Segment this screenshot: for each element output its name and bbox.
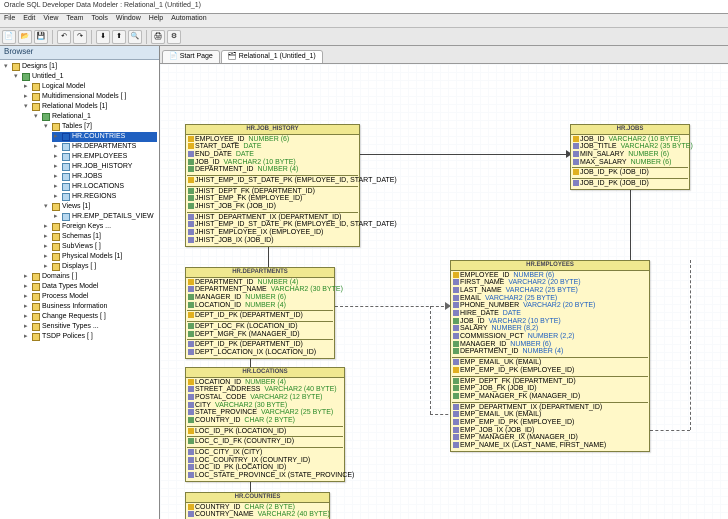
gear-icon[interactable]: ⚙ [167, 30, 181, 44]
menu-team[interactable]: Team [66, 15, 83, 26]
menu-window[interactable]: Window [116, 15, 141, 26]
export-button[interactable]: ⬆ [112, 30, 126, 44]
tree-tables[interactable]: ▾Tables [7] [42, 122, 157, 132]
tree-table-regions[interactable]: ▸HR.REGIONS [52, 192, 157, 202]
tree-table-locations[interactable]: ▸HR.LOCATIONS [52, 182, 157, 192]
menu-tools[interactable]: Tools [92, 15, 108, 26]
rel-emps-self-b [650, 430, 690, 431]
entity-jobs[interactable]: HR.JOBS JOB_IDVARCHAR2 (10 BYTE) JOB_TIT… [570, 124, 690, 190]
tree-fkeys[interactable]: ▸Foreign Keys ... [42, 222, 157, 232]
zoom-button[interactable]: 🔍 [128, 30, 142, 44]
entity-header: HR.DEPARTMENTS [186, 268, 334, 278]
toolbar: 📄 📂 💾 ↶ ↷ ⬇ ⬆ 🔍 🖨 ⚙ [0, 28, 728, 46]
entity-job-history[interactable]: HR.JOB_HISTORY EMPLOYEE_IDNUMBER (6) STA… [185, 124, 360, 247]
tree-logical[interactable]: ▸Logical Model [22, 82, 157, 92]
rel-jobhist-jobs [357, 154, 570, 155]
tree-table-departments[interactable]: ▸HR.DEPARTMENTS [52, 142, 157, 152]
entity-header: HR.JOBS [571, 125, 689, 135]
diagram-icon: 🗂 [228, 53, 237, 61]
menu-automation[interactable]: Automation [171, 15, 206, 26]
entity-departments[interactable]: HR.DEPARTMENTS DEPARTMENT_IDNUMBER (4) D… [185, 267, 335, 359]
rel-jobs-emps [630, 188, 631, 260]
entity-employees[interactable]: HR.EMPLOYEES EMPLOYEE_IDNUMBER (6) FIRST… [450, 260, 650, 452]
tree-relmodels[interactable]: ▾Relational Models [1] [22, 102, 157, 112]
tree-chreq[interactable]: ▸Change Requests [ ] [22, 312, 157, 322]
entity-header: HR.LOCATIONS [186, 368, 344, 378]
tree-sensitive[interactable]: ▸Sensitive Types ... [22, 322, 157, 332]
entity-header: HR.COUNTRIES [186, 493, 329, 503]
tab-bar: 📄Start Page 🗂Relational_1 (Untitled_1) [160, 46, 728, 64]
page-icon: 📄 [169, 53, 178, 61]
menu-edit[interactable]: Edit [23, 15, 35, 26]
tree-untitled[interactable]: ▾Untitled_1 [12, 72, 157, 82]
entity-countries[interactable]: HR.COUNTRIES COUNTRY_IDCHAR (2 BYTE) COU… [185, 492, 330, 519]
tree-rel1[interactable]: ▾Relational_1 [32, 112, 157, 122]
tree-displays[interactable]: ▸Displays [ ] [42, 262, 157, 272]
tree-schemas[interactable]: ▸Schemas [1] [42, 232, 157, 242]
entity-header: HR.JOB_HISTORY [186, 125, 359, 135]
redo-button[interactable]: ↷ [73, 30, 87, 44]
menu-view[interactable]: View [43, 15, 58, 26]
menu-file[interactable]: File [4, 15, 15, 26]
browser-panel: Browser ▾Designs [1] ▾Untitled_1 ▸Logica… [0, 46, 160, 519]
rel-emps-depts-2 [430, 306, 431, 414]
tab-relational[interactable]: 🗂Relational_1 (Untitled_1) [221, 50, 323, 63]
tree-designs[interactable]: ▾Designs [1] [2, 62, 157, 72]
print-button[interactable]: 🖨 [151, 30, 165, 44]
import-button[interactable]: ⬇ [96, 30, 110, 44]
rel-emps-self [690, 260, 691, 430]
tree-subviews[interactable]: ▸SubViews [ ] [42, 242, 157, 252]
tree-multidim[interactable]: ▸Multidimensional Models [ ] [22, 92, 157, 102]
entity-header: HR.EMPLOYEES [451, 261, 649, 271]
tree-table-jobs[interactable]: ▸HR.JOBS [52, 172, 157, 182]
tree-dtypes[interactable]: ▸Data Types Model [22, 282, 157, 292]
tree-views[interactable]: ▾Views [1] [42, 202, 157, 212]
menu-help[interactable]: Help [149, 15, 163, 26]
tree-tsdp[interactable]: ▸TSDP Polices [ ] [22, 332, 157, 342]
tree-physmodels[interactable]: ▸Physical Models [1] [42, 252, 157, 262]
tree-table-employees[interactable]: ▸HR.EMPLOYEES [52, 152, 157, 162]
tab-start-page[interactable]: 📄Start Page [162, 50, 220, 63]
browser-header: Browser [0, 46, 159, 60]
tree-table-countries[interactable]: ▸HR.COUNTRIES [52, 132, 157, 142]
rel-depts-emps [335, 306, 449, 307]
tree-domains[interactable]: ▸Domains [ ] [22, 272, 157, 282]
entity-locations[interactable]: HR.LOCATIONS LOCATION_IDNUMBER (4) STREE… [185, 367, 345, 482]
title-bar: Oracle SQL Developer Data Modeler : Rela… [0, 0, 728, 14]
tree-bizinfo[interactable]: ▸Business Information [22, 302, 157, 312]
app-title: Oracle SQL Developer Data Modeler : Rela… [4, 2, 201, 9]
tree-process[interactable]: ▸Process Model [22, 292, 157, 302]
tree-table-job-history[interactable]: ▸HR.JOB_HISTORY [52, 162, 157, 172]
undo-button[interactable]: ↶ [57, 30, 71, 44]
new-button[interactable]: 📄 [2, 30, 16, 44]
menu-bar: File Edit View Team Tools Window Help Au… [0, 14, 728, 28]
diagram-canvas[interactable]: HR.JOB_HISTORY EMPLOYEE_IDNUMBER (6) STA… [160, 64, 728, 519]
tree-view-empdetails[interactable]: ▸HR.EMP_DETAILS_VIEW [52, 212, 157, 222]
save-button[interactable]: 💾 [34, 30, 48, 44]
open-button[interactable]: 📂 [18, 30, 32, 44]
object-tree[interactable]: ▾Designs [1] ▾Untitled_1 ▸Logical Model … [0, 60, 159, 519]
